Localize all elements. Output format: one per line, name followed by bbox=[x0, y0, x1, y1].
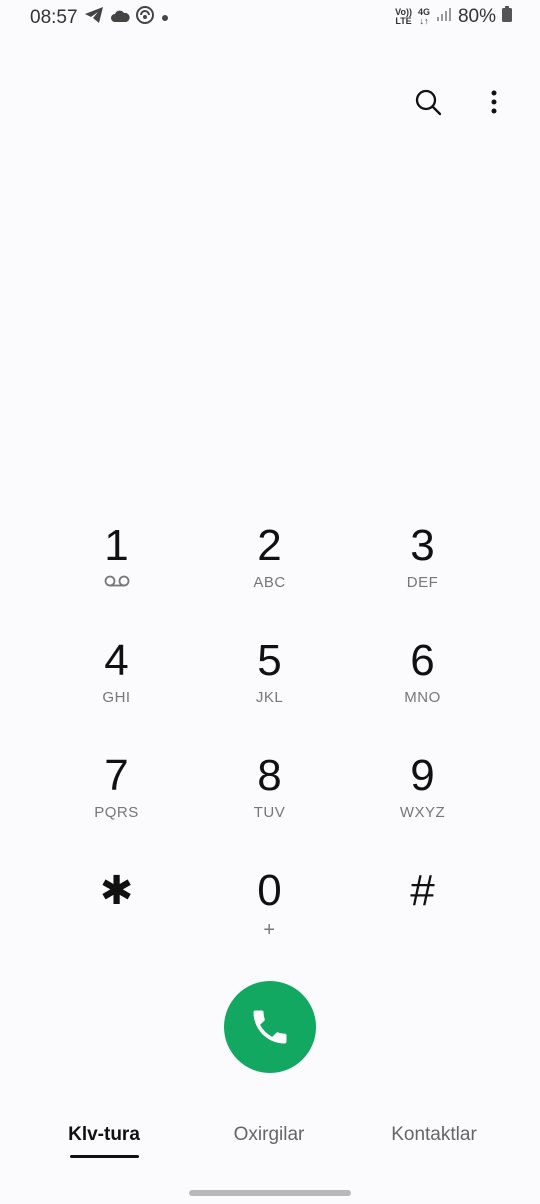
key-digit: 2 bbox=[257, 521, 282, 570]
tab-keypad[interactable]: Klv-tura bbox=[68, 1124, 140, 1146]
key-0[interactable]: 0 + bbox=[193, 865, 346, 980]
key-1[interactable]: 1 bbox=[40, 520, 193, 635]
status-time: 08:57 bbox=[30, 7, 78, 28]
volte-bottom-label: LTE bbox=[395, 16, 412, 26]
key-digit: 4 bbox=[104, 636, 129, 685]
signal-icon bbox=[436, 6, 452, 28]
battery-percent: 80% bbox=[457, 6, 496, 27]
dial-keypad: 1 2 ABC 3 DEF 4 GHI 5 JKL 6 MNO 7 PQRS 8… bbox=[40, 520, 500, 980]
status-bar: 08:57 Vo)) LTE 4G ↓↑ 80% bbox=[0, 0, 540, 36]
call-button[interactable] bbox=[224, 981, 316, 1073]
volte-indicator: Vo)) LTE bbox=[395, 8, 412, 26]
key-letters: ABC bbox=[253, 574, 286, 591]
notification-dot-icon bbox=[160, 7, 170, 29]
more-options-button[interactable] bbox=[476, 84, 512, 120]
network-type-indicator: 4G ↓↑ bbox=[418, 8, 430, 26]
key-digit: # bbox=[410, 866, 435, 915]
active-tab-indicator bbox=[70, 1155, 139, 1158]
key-digit: 7 bbox=[104, 751, 129, 800]
more-vertical-icon bbox=[491, 90, 497, 114]
battery-icon bbox=[502, 6, 512, 28]
key-digit: 8 bbox=[257, 751, 282, 800]
key-digit: 9 bbox=[410, 751, 435, 800]
status-right: Vo)) LTE 4G ↓↑ 80% bbox=[395, 6, 512, 28]
key-hash[interactable]: # bbox=[346, 865, 499, 980]
key-4[interactable]: 4 GHI bbox=[40, 635, 193, 750]
key-letters: WXYZ bbox=[399, 804, 446, 821]
key-digit: 3 bbox=[410, 521, 435, 570]
key-6[interactable]: 6 MNO bbox=[346, 635, 499, 750]
search-icon bbox=[415, 89, 442, 116]
tab-recents[interactable]: Oxirgilar bbox=[234, 1124, 305, 1146]
key-digit: 1 bbox=[104, 521, 129, 570]
phone-icon bbox=[253, 1010, 287, 1044]
key-digit: 0 bbox=[257, 866, 282, 915]
gesture-navigation-bar[interactable] bbox=[189, 1190, 351, 1196]
key-digit: ✱ bbox=[99, 869, 134, 913]
key-letters: DEF bbox=[406, 574, 439, 591]
key-9[interactable]: 9 WXYZ bbox=[346, 750, 499, 865]
key-letters: GHI bbox=[102, 689, 131, 706]
key-letters: TUV bbox=[253, 804, 286, 821]
bottom-tabs: Klv-tura Oxirgilar Kontaktlar bbox=[0, 1124, 540, 1164]
key-letters: + bbox=[263, 919, 276, 941]
key-star[interactable]: ✱ bbox=[40, 865, 193, 980]
key-letters: PQRS bbox=[94, 804, 139, 821]
key-5[interactable]: 5 JKL bbox=[193, 635, 346, 750]
top-actions bbox=[410, 84, 512, 120]
key-letters: JKL bbox=[255, 689, 284, 706]
key-digit: 5 bbox=[257, 636, 282, 685]
tab-contacts[interactable]: Kontaktlar bbox=[391, 1124, 477, 1146]
key-digit: 6 bbox=[410, 636, 435, 685]
key-7[interactable]: 7 PQRS bbox=[40, 750, 193, 865]
cloud-icon bbox=[110, 7, 130, 29]
key-2[interactable]: 2 ABC bbox=[193, 520, 346, 635]
key-8[interactable]: 8 TUV bbox=[193, 750, 346, 865]
network-bottom-label: ↓↑ bbox=[419, 16, 429, 26]
key-3[interactable]: 3 DEF bbox=[346, 520, 499, 635]
vpn-icon bbox=[135, 6, 154, 30]
search-button[interactable] bbox=[410, 84, 446, 120]
voicemail-icon bbox=[104, 574, 130, 592]
key-letters: MNO bbox=[404, 689, 441, 706]
status-left: 08:57 bbox=[30, 6, 170, 30]
telegram-icon bbox=[84, 6, 104, 30]
